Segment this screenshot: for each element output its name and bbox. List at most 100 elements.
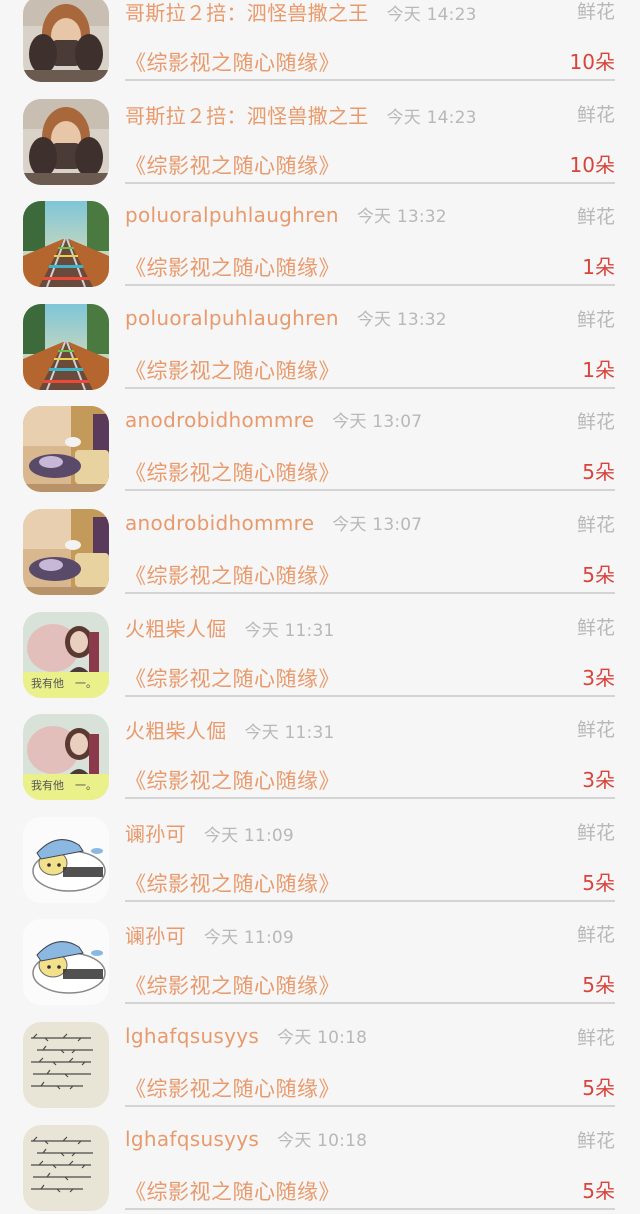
sender-name-label: 谰孙可 (125, 924, 186, 949)
timestamp: 今天 11:31 (244, 723, 335, 744)
book-title-link[interactable]: 《综影视之随心随缘》 (125, 663, 340, 693)
timestamp: 今天 10:18 (277, 1027, 368, 1048)
gift-count: 5朵 (582, 973, 615, 998)
timestamp: 今天 14:23 (386, 107, 477, 128)
sender-name-label: 哥斯拉２掊：泗怪兽撒之王 (125, 103, 369, 128)
avatar-cartoon-icon[interactable] (23, 919, 109, 1006)
sender-name-label: lghafqsusyys (125, 1126, 260, 1151)
list-item[interactable]: poluoralpuhlaughren 今天 13:32 鲜花《综影视之随心随缘》 1… (0, 188, 640, 291)
gift-count: 10朵 (569, 152, 615, 177)
row-divider (125, 386, 615, 389)
sender-name[interactable]: poluoralpuhlaughren 今天 13:32 (125, 202, 447, 227)
sender-name-label: 哥斯拉２掊：泗怪兽撒之王 (125, 1, 369, 25)
list-item[interactable]: anodrobidhommre 今天 13:07 鲜花 《综影视之随心随缘》 5朵 (0, 496, 640, 599)
timestamp: 今天 14:23 (386, 5, 477, 25)
row-divider (125, 79, 615, 81)
sender-name-label: lghafqsusyys (125, 1023, 260, 1048)
row-divider (125, 694, 615, 697)
list-item[interactable]: 哥斯拉２掊：泗怪兽撒之王 今天 14:23 鲜花 《综影视之随心随缘》 10朵 (0, 0, 640, 86)
gift-type-label: 鲜花 (576, 206, 615, 229)
gift-count: 1朵 (582, 255, 615, 280)
book-title-link[interactable]: 《综影视之随心随缘》 (125, 355, 340, 385)
list-item[interactable]: poluoralpuhlaughren 今天 13:32 鲜花 《综影视之随心随缘》 1… (0, 291, 640, 394)
row-divider (125, 899, 615, 902)
gift-count: 5朵 (582, 460, 615, 485)
book-title-link[interactable]: 《综影视之随心随缘》 (125, 868, 340, 898)
avatar-handwriting-icon[interactable] (23, 1124, 109, 1211)
list-item[interactable]: 哥斯拉２掊：泗怪兽撒之王 今天 14:23 鲜花《综影视之随心随缘》 10朵 (0, 86, 640, 189)
timestamp: 今天 11:09 (203, 928, 294, 949)
gift-list: 哥斯拉２掊：泗怪兽撒之王 今天 14:23 鲜花 《综影视之随心随缘》 10朵 哥斯拉２… (0, 0, 640, 1214)
list-item[interactable]: 谰孙可 今天 11:09 鲜花《综影视之随心随缘》 5朵 (0, 906, 640, 1009)
list-item[interactable]: 我有他 一。 火粗柴人倔 今天 11:31 鲜花 《综影视之随心随缘》 3朵 (0, 701, 640, 804)
row-divider (125, 1002, 615, 1005)
sender-name[interactable]: lghafqsusyys 今天 10:18 (125, 1126, 367, 1151)
gift-type-label: 鲜花 (576, 924, 615, 947)
avatar-girl-text-icon[interactable]: 我有他 一。 (23, 611, 109, 698)
avatar-railroad-icon[interactable] (23, 303, 109, 390)
sender-name[interactable]: anodrobidhommre 今天 13:07 (125, 407, 422, 432)
gift-type-label: 鲜花 (576, 1, 615, 23)
list-item[interactable]: 我有他 一。 火粗柴人倔 今天 11:31 鲜花《综影视之随心随缘》 3朵 (0, 599, 640, 702)
book-title-link[interactable]: 《综影视之随心随缘》 (125, 150, 340, 180)
timestamp: 今天 13:07 (332, 412, 423, 433)
avatar-girl-text-icon[interactable]: 我有他 一。 (23, 714, 109, 801)
avatar-woman-icon[interactable] (23, 98, 109, 185)
sender-name-label: poluoralpuhlaughren (125, 305, 339, 330)
gift-type-label: 鲜花 (576, 1026, 615, 1049)
timestamp: 今天 13:32 (356, 309, 447, 330)
gift-type-label: 鲜花 (576, 411, 615, 434)
avatar-railroad-icon[interactable] (23, 201, 109, 288)
avatar-caption: 我有他 一。 (31, 676, 97, 690)
avatar-room-icon[interactable] (23, 406, 109, 493)
book-title-link[interactable]: 《综影视之随心随缘》 (125, 970, 340, 1000)
row-divider (125, 284, 615, 287)
sender-name[interactable]: lghafqsusyys 今天 10:18 (125, 1023, 367, 1048)
avatar-woman-icon[interactable] (23, 0, 109, 82)
list-item[interactable]: 谰孙可 今天 11:09 鲜花《综影视之随心随缘》 5朵 (0, 804, 640, 907)
sender-name-label: poluoralpuhlaughren (125, 203, 339, 228)
sender-name[interactable]: 哥斯拉２掊：泗怪兽撒之王 今天 14:23 (125, 100, 477, 129)
gift-count: 3朵 (582, 665, 615, 690)
timestamp: 今天 11:09 (203, 825, 294, 846)
sender-name-label: anodrobidhommre (125, 510, 315, 535)
gift-type-label: 鲜花 (576, 308, 615, 331)
gift-type-label: 鲜花 (576, 616, 615, 639)
sender-name[interactable]: poluoralpuhlaughren 今天 13:32 (125, 305, 447, 330)
list-item[interactable]: anodrobidhommre 今天 13:07 鲜花《综影视之随心随缘》 5朵 (0, 393, 640, 496)
sender-name-label: anodrobidhommre (125, 408, 315, 433)
sender-name[interactable]: 哥斯拉２掊：泗怪兽撒之王 今天 14:23 (125, 0, 477, 26)
timestamp: 今天 13:07 (332, 514, 423, 535)
timestamp: 今天 10:18 (277, 1130, 368, 1151)
row-divider (125, 797, 615, 800)
sender-name[interactable]: anodrobidhommre 今天 13:07 (125, 510, 422, 535)
sender-name[interactable]: 火粗柴人倔 今天 11:31 (125, 715, 335, 744)
sender-name[interactable]: 火粗柴人倔 今天 11:31 (125, 613, 335, 642)
gift-type-label: 鲜花 (576, 821, 615, 844)
book-title-link[interactable]: 《综影视之随心随缘》 (125, 47, 340, 77)
gift-count: 5朵 (582, 1178, 615, 1203)
book-title-link[interactable]: 《综影视之随心随缘》 (125, 765, 340, 795)
sender-name-label: 火粗柴人倔 (125, 719, 227, 744)
timestamp: 今天 13:32 (356, 207, 447, 228)
book-title-link[interactable]: 《综影视之随心随缘》 (125, 252, 340, 282)
avatar-room-icon[interactable] (23, 508, 109, 595)
avatar-handwriting-icon[interactable] (23, 1021, 109, 1108)
avatar-cartoon-icon[interactable] (23, 816, 109, 903)
row-divider (125, 489, 615, 492)
list-item[interactable]: lghafqsusyys 今天 10:18 鲜花《综影视之随心随缘》 5朵 (0, 1009, 640, 1112)
gift-type-label: 鲜花 (576, 103, 615, 126)
book-title-link[interactable]: 《综影视之随心随缘》 (125, 560, 340, 590)
sender-name[interactable]: 谰孙可 今天 11:09 (125, 818, 294, 847)
book-title-link[interactable]: 《综影视之随心随缘》 (125, 457, 340, 487)
gift-count: 3朵 (582, 768, 615, 793)
sender-name-label: 火粗柴人倔 (125, 616, 227, 641)
gift-type-label: 鲜花 (576, 1129, 615, 1152)
sender-name[interactable]: 谰孙可 今天 11:09 (125, 920, 294, 949)
sender-name-label: 谰孙可 (125, 821, 186, 846)
row-divider (125, 591, 615, 594)
gift-count: 5朵 (582, 870, 615, 895)
book-title-link[interactable]: 《综影视之随心随缘》 (125, 1176, 340, 1206)
gift-count: 5朵 (582, 1075, 615, 1100)
book-title-link[interactable]: 《综影视之随心随缘》 (125, 1073, 340, 1103)
